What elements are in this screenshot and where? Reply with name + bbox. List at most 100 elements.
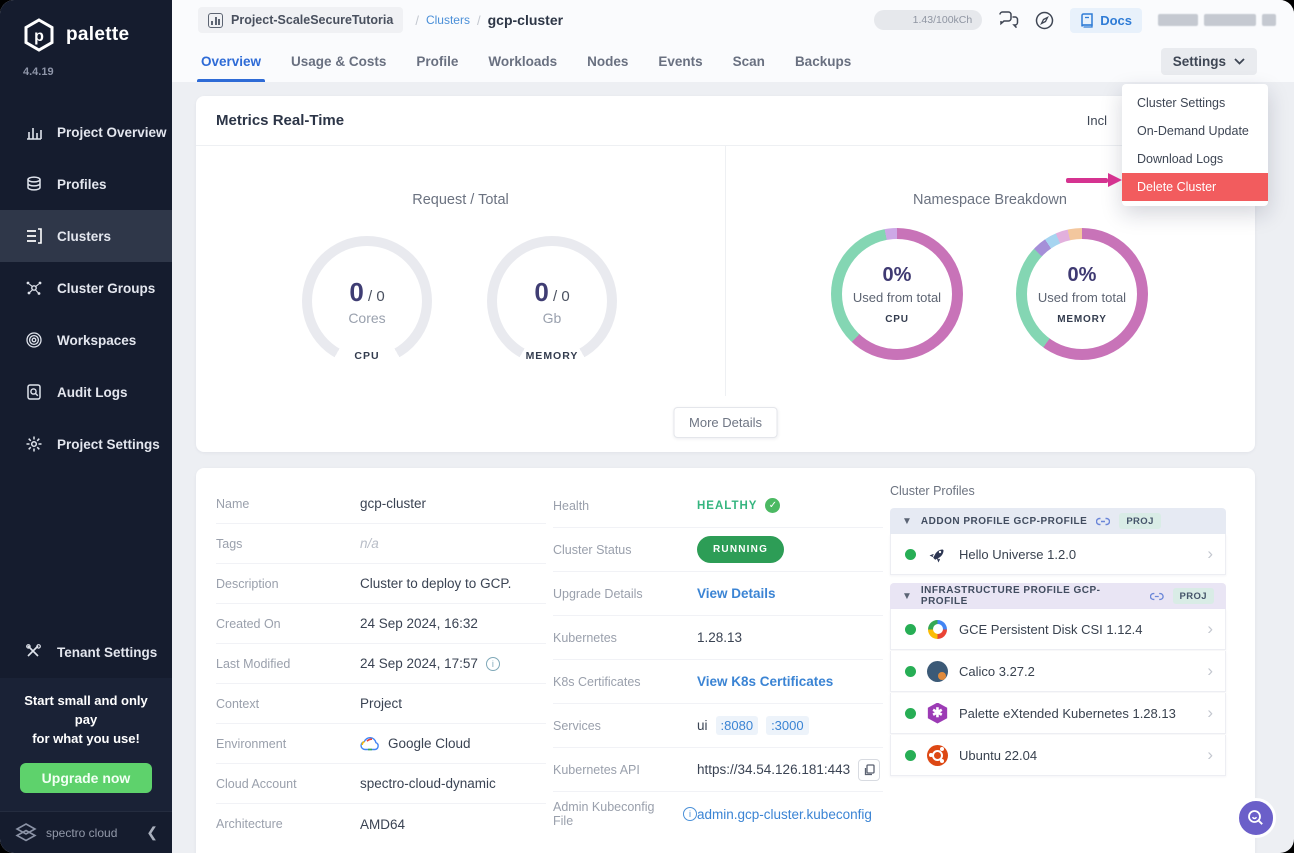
memory-donut: 0% Used from total MEMORY: [1016, 228, 1148, 360]
breadcrumb-current-page: gcp-cluster: [488, 12, 563, 28]
detail-row-kubernetes-api: Kubernetes API https://34.54.126.181:443: [553, 748, 883, 792]
tab-overview[interactable]: Overview: [201, 40, 261, 82]
sidebar-item-clusters[interactable]: Clusters: [0, 210, 172, 262]
gear-icon: [25, 435, 43, 453]
project-selector[interactable]: Project-ScaleSecureTutoria: [198, 7, 403, 33]
user-account-redacted[interactable]: [1158, 14, 1276, 26]
sidebar-item-audit-logs[interactable]: Audit Logs: [0, 366, 172, 418]
metrics-body: Request / Total 0 / 0 Cores CPU 0 / 0: [196, 146, 1255, 452]
tab-events[interactable]: Events: [658, 40, 702, 82]
menu-item-cluster-settings[interactable]: Cluster Settings: [1122, 89, 1268, 117]
details-middle-column: Health HEALTHY✓ Cluster Status RUNNING U…: [553, 484, 883, 836]
sidebar-item-label: Clusters: [57, 229, 111, 244]
layers-icon: [25, 175, 43, 193]
proj-scope-badge: PROJ: [1119, 513, 1160, 529]
explore-button[interactable]: [1035, 11, 1054, 30]
copy-button[interactable]: [858, 759, 880, 781]
cpu-donut-label: CPU: [885, 314, 909, 325]
link-icon[interactable]: [1150, 592, 1164, 601]
svg-text:p: p: [34, 28, 44, 45]
app-window: p palette 4.4.19 Project Overview Profil…: [0, 0, 1294, 853]
usage-quota-badge[interactable]: 1.43/100kCh: [874, 10, 982, 30]
sidebar-footer: spectro cloud ❮: [0, 811, 172, 853]
tab-workloads[interactable]: Workloads: [488, 40, 557, 82]
sidebar-item-tenant-settings[interactable]: Tenant Settings: [0, 626, 172, 678]
node-graph-icon: [25, 279, 43, 297]
tab-backups[interactable]: Backups: [795, 40, 851, 82]
chevron-right-icon: ›: [1207, 703, 1213, 723]
profile-layer-pxk[interactable]: ✱ Palette eXtended Kubernetes 1.28.13 ›: [890, 693, 1226, 734]
promo-text: Start small and only pay for what you us…: [12, 692, 160, 749]
status-dot: [905, 624, 916, 635]
gce-icon: [927, 619, 948, 640]
settings-label: Settings: [1173, 54, 1226, 69]
cpu-unit: Cores: [348, 310, 385, 326]
profile-layer-hello-universe[interactable]: Hello Universe 1.2.0 ›: [890, 534, 1226, 575]
tab-nodes[interactable]: Nodes: [587, 40, 628, 82]
view-details-link[interactable]: View Details: [697, 586, 776, 601]
tab-usage-costs[interactable]: Usage & Costs: [291, 40, 386, 82]
chevron-down-icon: ▼: [902, 516, 912, 527]
menu-item-delete-cluster[interactable]: Delete Cluster: [1122, 173, 1268, 201]
menu-item-download-logs[interactable]: Download Logs: [1122, 145, 1268, 173]
sidebar-item-label: Cluster Groups: [57, 281, 155, 296]
detail-row-upgrade-details: Upgrade Details View Details: [553, 572, 883, 616]
detail-row-admin-kubeconfig: Admin Kubeconfig Filei admin.gcp-cluster…: [553, 792, 883, 836]
project-name: Project-ScaleSecureTutoria: [231, 13, 393, 27]
upgrade-now-button[interactable]: Upgrade now: [20, 763, 153, 793]
sidebar-item-workspaces[interactable]: Workspaces: [0, 314, 172, 366]
info-icon[interactable]: i: [486, 657, 500, 671]
profile-layer-ubuntu[interactable]: Ubuntu 22.04 ›: [890, 735, 1226, 776]
sidebar-item-project-settings[interactable]: Project Settings: [0, 418, 172, 470]
link-icon[interactable]: [1096, 517, 1110, 526]
memory-donut-ring: 0% Used from total MEMORY: [1016, 228, 1148, 360]
profile-layer-calico[interactable]: Calico 3.27.2 ›: [890, 651, 1226, 692]
ubuntu-icon: [927, 745, 948, 766]
addon-profile-header[interactable]: ▼ ADDON PROFILE GCP-PROFILE PROJ: [890, 508, 1226, 534]
cluster-list-icon: [25, 227, 43, 245]
sidebar-item-label: Workspaces: [57, 333, 136, 348]
breadcrumb-separator: /: [415, 13, 419, 28]
tab-profile[interactable]: Profile: [416, 40, 458, 82]
profile-layer-gce-csi[interactable]: GCE Persistent Disk CSI 1.12.4 ›: [890, 609, 1226, 650]
cpu-donut-ring: 0% Used from total CPU: [831, 228, 963, 360]
sidebar-nav: Project Overview Profiles Clusters Clust…: [0, 106, 172, 470]
brand-name: palette: [66, 24, 129, 46]
breadcrumb-clusters-link[interactable]: Clusters: [426, 13, 470, 27]
tab-scan[interactable]: Scan: [733, 40, 765, 82]
info-icon[interactable]: i: [683, 807, 697, 821]
proj-scope-badge: PROJ: [1173, 588, 1214, 604]
kubeconfig-download-link[interactable]: admin.gcp-cluster.kubeconfig: [697, 807, 872, 822]
detail-row-kubernetes: Kubernetes 1.28.13: [553, 616, 883, 660]
cpu-gauge-label: CPU: [302, 350, 432, 362]
memory-gauge-label: MEMORY: [487, 350, 617, 362]
status-dot: [905, 666, 916, 677]
memory-total: 0: [561, 288, 569, 305]
more-details-button[interactable]: More Details: [673, 407, 778, 438]
collapse-sidebar-icon[interactable]: ❮: [146, 824, 158, 841]
calico-icon: [927, 661, 948, 682]
service-port-link[interactable]: :8080: [716, 716, 759, 735]
docs-label: Docs: [1100, 13, 1132, 28]
concentric-circles-icon: [25, 331, 43, 349]
docs-button[interactable]: Docs: [1070, 8, 1142, 33]
brand: p palette: [0, 0, 172, 52]
memory-donut-label: MEMORY: [1057, 314, 1106, 325]
sidebar-item-project-overview[interactable]: Project Overview: [0, 106, 172, 158]
chevron-right-icon: ›: [1207, 661, 1213, 681]
help-search-fab[interactable]: [1236, 798, 1276, 838]
service-port-link[interactable]: :3000: [766, 716, 809, 735]
view-k8s-certificates-link[interactable]: View K8s Certificates: [697, 674, 833, 689]
sidebar-item-profiles[interactable]: Profiles: [0, 158, 172, 210]
settings-dropdown-button[interactable]: Settings: [1161, 48, 1257, 75]
memory-used: 0: [534, 277, 548, 307]
sidebar-item-cluster-groups[interactable]: Cluster Groups: [0, 262, 172, 314]
infrastructure-profile-header[interactable]: ▼ INFRASTRUCTURE PROFILE GCP-PROFILE PRO…: [890, 583, 1226, 609]
cpu-total: 0: [376, 288, 384, 305]
feedback-button[interactable]: [998, 11, 1019, 30]
detail-row-context: Context Project: [216, 684, 546, 724]
memory-gauge: 0 / 0 Gb MEMORY: [487, 236, 617, 362]
rocket-icon: [927, 544, 948, 565]
menu-item-on-demand-update[interactable]: On-Demand Update: [1122, 117, 1268, 145]
spectro-cloud-logo-icon: [14, 822, 38, 844]
